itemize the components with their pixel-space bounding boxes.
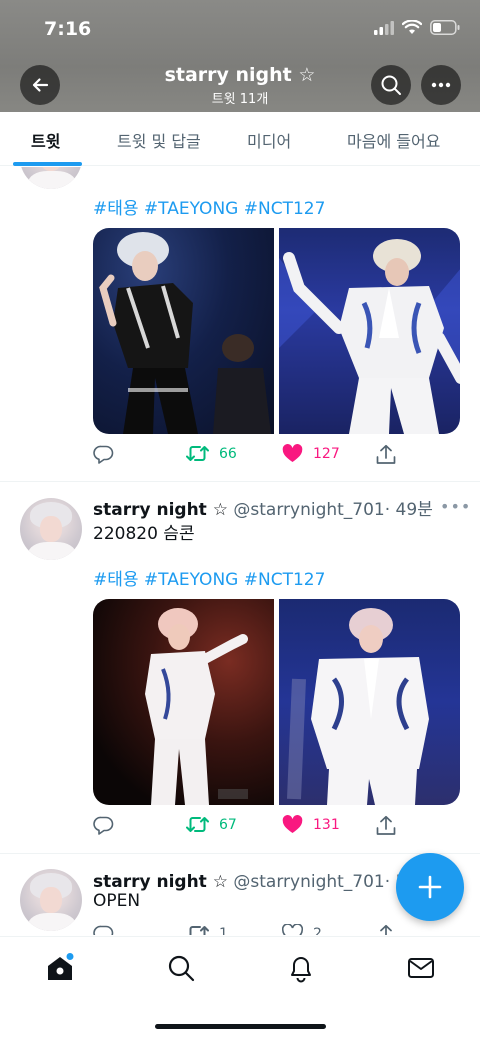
reply-icon bbox=[93, 445, 114, 464]
heart-icon bbox=[282, 444, 303, 462]
nav-home[interactable] bbox=[45, 953, 75, 983]
tweet-actions: 66 127 bbox=[93, 444, 413, 468]
share-icon bbox=[376, 444, 396, 464]
like-count: 127 bbox=[313, 445, 340, 462]
retweet-icon bbox=[186, 446, 209, 461]
home-indicator[interactable] bbox=[155, 1024, 326, 1029]
signal-icon bbox=[374, 20, 394, 35]
tweet-time: · 49분 bbox=[384, 500, 433, 520]
tweet-divider bbox=[0, 853, 480, 854]
retweet-icon bbox=[186, 817, 209, 832]
nav-messages[interactable] bbox=[406, 953, 436, 983]
tweet-header: starry night ☆ @starrynight_701· 49분 bbox=[93, 495, 433, 520]
battery-icon bbox=[430, 20, 460, 35]
tab-media[interactable]: 미디어 bbox=[247, 128, 291, 152]
active-tab-indicator bbox=[13, 162, 82, 166]
retweet-button[interactable]: 1 bbox=[186, 924, 228, 935]
reply-button[interactable] bbox=[93, 815, 124, 836]
search-button[interactable] bbox=[371, 65, 411, 105]
profile-tabs: 트윗 트윗 및 답글 미디어 마음에 들어요 bbox=[0, 112, 480, 166]
home-icon bbox=[48, 953, 74, 980]
status-bar-time: 7:16 bbox=[44, 18, 92, 40]
tweet-more-button[interactable]: ••• bbox=[440, 497, 471, 516]
avatar[interactable] bbox=[20, 869, 82, 931]
tweet-text: 220820 슴콘 bbox=[93, 524, 195, 544]
share-icon bbox=[380, 924, 392, 935]
author-handle[interactable]: @starrynight_701 bbox=[233, 500, 384, 520]
tweet-photo[interactable] bbox=[279, 599, 460, 805]
tweet-media[interactable] bbox=[93, 228, 460, 434]
tweet-feed[interactable]: #태용 #TAEYONG #NCT127 66 127 starry night… bbox=[0, 167, 480, 935]
tweet-actions: 1 2 bbox=[93, 924, 413, 935]
like-button[interactable]: 127 bbox=[282, 444, 340, 463]
tab-tweets-and-replies[interactable]: 트윗 및 답글 bbox=[117, 128, 201, 152]
heart-icon bbox=[282, 924, 303, 935]
share-button[interactable] bbox=[376, 815, 396, 836]
reply-icon bbox=[93, 925, 114, 935]
author-name[interactable]: starry night ☆ bbox=[93, 500, 228, 520]
search-icon bbox=[168, 955, 195, 982]
tweet-actions: 67 131 bbox=[93, 815, 413, 839]
mail-icon bbox=[408, 958, 434, 978]
avatar[interactable] bbox=[20, 498, 82, 560]
retweet-button[interactable]: 66 bbox=[186, 444, 237, 463]
tweet-text: OPEN bbox=[93, 891, 141, 911]
tweet-header: starry night ☆ @starrynight_701· 52분 bbox=[93, 867, 433, 892]
tweet-photo[interactable] bbox=[93, 599, 274, 805]
like-button[interactable]: 131 bbox=[282, 815, 340, 834]
profile-header-banner: 7:16 starry night ☆ 트윗 11개 bbox=[0, 0, 480, 112]
tweet-media[interactable] bbox=[93, 599, 460, 805]
author-name[interactable]: starry night ☆ bbox=[93, 872, 228, 892]
retweet-count: 66 bbox=[219, 445, 237, 462]
tab-likes[interactable]: 마음에 들어요 bbox=[347, 128, 440, 152]
tweet-hashtags[interactable]: #태용 #TAEYONG #NCT127 bbox=[93, 194, 325, 219]
compose-tweet-button[interactable] bbox=[396, 853, 464, 921]
more-icon bbox=[431, 82, 451, 88]
nav-search[interactable] bbox=[166, 953, 196, 983]
tweet-divider bbox=[0, 481, 480, 482]
reply-button[interactable] bbox=[93, 924, 124, 935]
tweet-hashtags[interactable]: #태용 #TAEYONG #NCT127 bbox=[93, 565, 325, 590]
nav-notifications[interactable] bbox=[286, 953, 316, 983]
tweet-photo[interactable] bbox=[93, 228, 274, 434]
reply-button[interactable] bbox=[93, 444, 124, 465]
tweet-photo[interactable] bbox=[279, 228, 460, 434]
retweet-count: 1 bbox=[219, 925, 228, 936]
wifi-icon bbox=[402, 20, 422, 34]
share-icon bbox=[376, 815, 396, 835]
bell-icon bbox=[291, 957, 311, 983]
avatar[interactable] bbox=[20, 167, 82, 189]
reply-icon bbox=[93, 816, 114, 835]
tab-tweets[interactable]: 트윗 bbox=[31, 128, 60, 152]
compose-icon bbox=[418, 875, 442, 899]
more-options-button[interactable] bbox=[421, 65, 461, 105]
retweet-icon bbox=[189, 926, 209, 935]
share-button[interactable] bbox=[376, 444, 396, 465]
like-count: 2 bbox=[313, 925, 322, 936]
status-bar-icons bbox=[374, 20, 460, 35]
share-button[interactable] bbox=[376, 924, 396, 935]
retweet-button[interactable]: 67 bbox=[186, 815, 237, 834]
retweet-count: 67 bbox=[219, 816, 237, 833]
author-handle[interactable]: @starrynight_701 bbox=[233, 872, 384, 892]
like-count: 131 bbox=[313, 816, 340, 833]
like-button[interactable]: 2 bbox=[282, 924, 322, 935]
search-icon bbox=[381, 75, 401, 95]
heart-icon bbox=[282, 815, 303, 833]
